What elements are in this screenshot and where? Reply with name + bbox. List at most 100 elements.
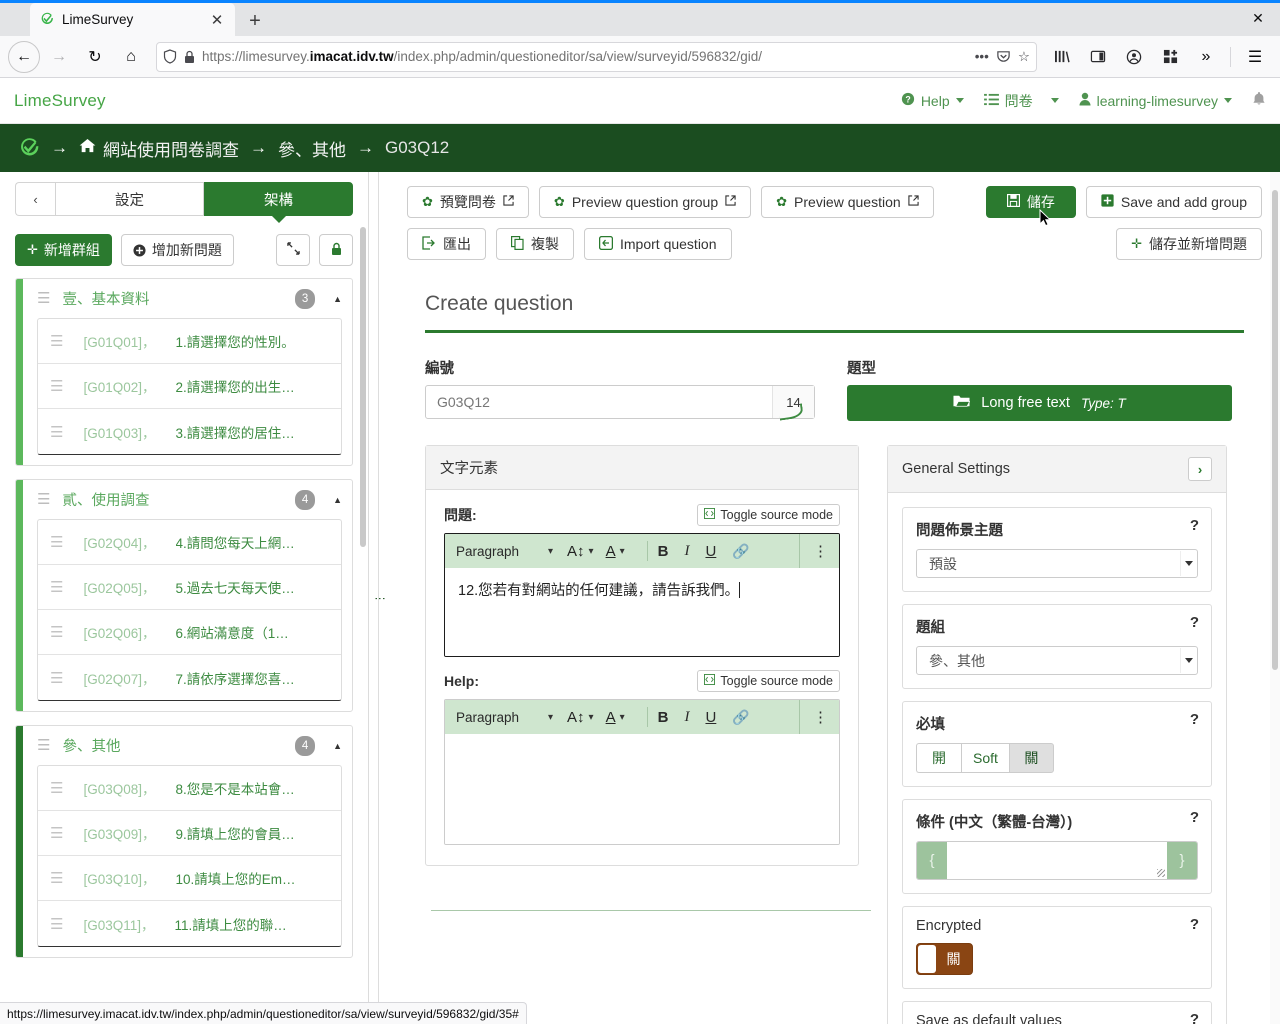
chevron-down-icon[interactable]: ▾ <box>589 712 594 723</box>
underline-button[interactable]: U <box>705 709 716 726</box>
chevron-down-icon[interactable]: ▾ <box>620 712 625 723</box>
list-item[interactable]: ☰ [G03Q10]， 10.請填上您的Em… <box>38 856 341 901</box>
add-question-button[interactable]: 增加新問題 <box>120 234 234 266</box>
help-glyph[interactable]: ? <box>1190 809 1199 826</box>
library-icon[interactable] <box>1045 41 1079 73</box>
drag-handle-icon[interactable]: ☰ <box>50 824 63 842</box>
drag-handle-icon[interactable]: ☰ <box>50 423 63 441</box>
list-item[interactable]: ☰ [G02Q05]， 5.過去七天每天使… <box>38 565 341 610</box>
back-button-icon[interactable]: ← <box>8 40 40 73</box>
url-bar[interactable]: https://limesurvey.imacat.idv.tw/index.p… <box>156 41 1037 72</box>
italic-button[interactable]: I <box>684 709 689 726</box>
breadcrumb-item-survey[interactable]: 網站使用問卷調查 <box>79 136 239 161</box>
sidebar-tab-structure[interactable]: 架構 <box>204 182 353 223</box>
tab-close-icon[interactable]: ✕ <box>207 10 227 30</box>
topnav-help[interactable]: ? Help <box>901 92 964 109</box>
chevron-down-icon[interactable]: ▾ <box>589 546 594 557</box>
help-glyph[interactable]: ? <box>1190 517 1199 534</box>
add-group-button[interactable]: ✛ 新增群組 <box>15 234 112 266</box>
chevron-down-icon[interactable] <box>1180 648 1196 673</box>
link-icon[interactable]: 🔗 <box>732 543 749 560</box>
save-button[interactable]: 儲存 <box>985 186 1076 218</box>
chevron-down-icon[interactable]: ▾ <box>548 546 553 557</box>
encrypted-toggle[interactable]: 關 <box>916 943 973 975</box>
drag-handle-icon[interactable]: ☰ <box>50 669 63 687</box>
bold-button[interactable]: B <box>658 709 669 726</box>
bell-icon[interactable] <box>1252 91 1266 111</box>
kebab-menu-icon[interactable]: ⋮ <box>799 700 828 734</box>
topnav-user[interactable]: learning-limesurvey <box>1079 92 1232 109</box>
help-glyph[interactable]: ? <box>1190 916 1199 933</box>
list-item[interactable]: ☰ [G01Q02]， 2.請選擇您的出生… <box>38 364 341 409</box>
list-item[interactable]: ☰ [G01Q01]， 1.請選擇您的性別。 <box>38 319 341 364</box>
drag-handle-icon[interactable]: ☰ <box>37 492 50 507</box>
bold-button[interactable]: B <box>658 543 669 560</box>
main-scrollbar[interactable] <box>1270 172 1280 1024</box>
shield-icon[interactable] <box>163 49 177 64</box>
list-item[interactable]: ☰ [G02Q06]， 6.網站滿意度（1… <box>38 610 341 655</box>
breadcrumb-item-group[interactable]: 參、其他 <box>278 136 346 161</box>
underline-button[interactable]: U <box>705 543 716 560</box>
condition-textarea[interactable] <box>947 842 1167 879</box>
drag-handle-icon[interactable]: ☰ <box>50 779 63 797</box>
list-item[interactable]: ☰ [G03Q11]， 11.請填上您的聯… <box>38 901 341 946</box>
list-item[interactable]: ☰ [G02Q04]， 4.請問您每天上網… <box>38 520 341 565</box>
question-rich-editor[interactable]: Paragraph ▾ A↕ ▾ A ▾ B I U 🔗 ⋮ 12.您若有對網站… <box>444 533 840 657</box>
text-color-control[interactable]: A ▾ <box>606 709 625 726</box>
help-editor-body[interactable] <box>445 734 839 844</box>
help-rich-editor[interactable]: Paragraph ▾ A↕ ▾ A ▾ B I U 🔗 ⋮ <box>444 699 840 845</box>
drag-handle-icon[interactable]: ☰ <box>50 578 63 596</box>
drag-handle-icon[interactable]: ☰ <box>37 738 50 753</box>
drag-handle-icon[interactable]: ☰ <box>50 623 63 641</box>
limesurvey-leaf-icon[interactable] <box>16 136 40 160</box>
app-menu-icon[interactable]: ☰ <box>1238 41 1272 73</box>
mandatory-option-on[interactable]: 開 <box>916 743 961 773</box>
preview-question-button[interactable]: ✿ Preview question <box>761 186 934 218</box>
reload-button-icon[interactable]: ↻ <box>78 41 112 73</box>
page-actions-icon[interactable]: ••• <box>975 49 989 64</box>
topnav-surveys[interactable]: 問卷 <box>983 91 1059 111</box>
account-icon[interactable] <box>1117 41 1151 73</box>
chevron-up-icon[interactable]: ▲ <box>333 495 342 505</box>
sidebar-icon[interactable] <box>1081 41 1115 73</box>
help-glyph[interactable]: ? <box>1190 1011 1199 1024</box>
main-scrollbar-thumb[interactable] <box>1272 190 1278 670</box>
overflow-menu-icon[interactable]: » <box>1189 41 1223 73</box>
group-header[interactable]: ☰ 參、其他 4 ▲ <box>16 726 352 765</box>
font-size-control[interactable]: A↕ ▾ <box>567 709 594 726</box>
new-tab-button[interactable]: + <box>239 6 271 36</box>
browser-tab-limesurvey[interactable]: LimeSurvey ✕ <box>30 3 235 36</box>
lock-button[interactable] <box>319 234 353 266</box>
home-button-icon[interactable]: ⌂ <box>114 41 148 73</box>
chevron-down-icon[interactable] <box>1180 551 1196 576</box>
panel-splitter[interactable]: ⋮ <box>369 172 389 1024</box>
sidebar-tab-settings[interactable]: 設定 <box>55 182 204 216</box>
question-editor-body[interactable]: 12.您若有對網站的任何建議，請告訴我們。 <box>445 568 839 656</box>
chevron-up-icon[interactable]: ▲ <box>333 741 342 751</box>
help-glyph[interactable]: ? <box>1190 711 1199 728</box>
list-item[interactable]: ☰ [G03Q09]， 9.請填上您的會員… <box>38 811 341 856</box>
group-header[interactable]: ☰ 壹、基本資料 3 ▲ <box>16 279 352 318</box>
text-color-control[interactable]: A ▾ <box>606 543 625 560</box>
chevron-down-icon[interactable]: ▾ <box>620 546 625 557</box>
sidebar-scrollbar[interactable] <box>359 172 367 1024</box>
list-item[interactable]: ☰ [G01Q03]， 3.請選擇您的居住… <box>38 409 341 454</box>
paragraph-style-select[interactable]: Paragraph <box>456 710 548 725</box>
save-and-add-group-button[interactable]: Save and add group <box>1085 186 1262 218</box>
question-theme-select[interactable]: 預設 <box>916 549 1198 578</box>
save-and-add-question-button[interactable]: ✛ 儲存並新增問題 <box>1116 228 1262 260</box>
drag-handle-icon[interactable]: ☰ <box>50 869 63 887</box>
preview-survey-button[interactable]: ✿ 預覽問卷 <box>407 186 529 218</box>
copy-button[interactable]: 複製 <box>496 228 574 260</box>
lock-icon[interactable] <box>184 50 195 64</box>
question-toggle-source-button[interactable]: Toggle source mode <box>697 504 840 526</box>
paragraph-style-select[interactable]: Paragraph <box>456 544 548 559</box>
extensions-icon[interactable] <box>1153 41 1187 73</box>
window-close-icon[interactable]: ✕ <box>1244 5 1272 31</box>
list-item[interactable]: ☰ [G02Q07]， 7.請依序選擇您喜… <box>38 655 341 700</box>
chevron-down-icon[interactable]: ▾ <box>548 712 553 723</box>
list-item[interactable]: ☰ [G03Q08]， 8.您是不是本站會… <box>38 766 341 811</box>
url-text[interactable]: https://limesurvey.imacat.idv.tw/index.p… <box>202 49 968 64</box>
drag-handle-icon[interactable]: ☰ <box>50 533 63 551</box>
question-code-input[interactable]: G03Q12 14 <box>425 385 815 419</box>
